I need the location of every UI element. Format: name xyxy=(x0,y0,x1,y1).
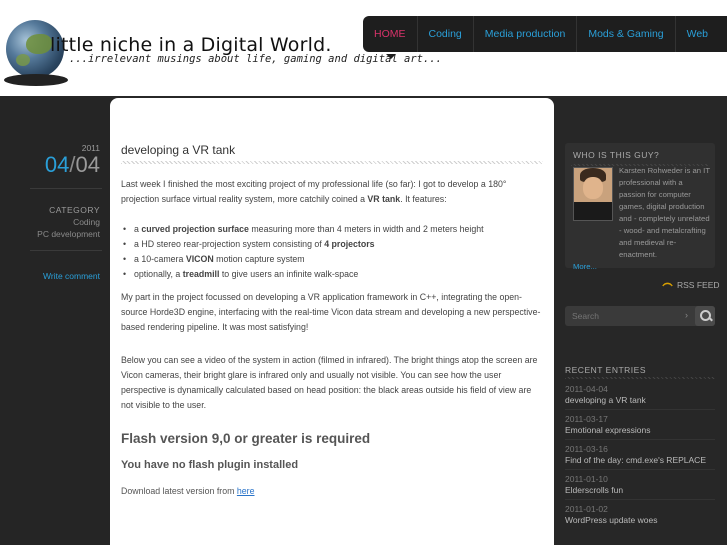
write-comment-link[interactable]: Write comment xyxy=(43,271,100,281)
main-nav: HOME Coding Media production Mods & Gami… xyxy=(363,16,727,52)
category-link-pc-development[interactable]: PC development xyxy=(37,229,100,239)
category-label: CATEGORY xyxy=(49,205,100,215)
intro-text-b: . It features: xyxy=(400,194,447,204)
feature-list: a curved projection surface measuring mo… xyxy=(121,222,545,282)
recent-divider xyxy=(565,377,715,379)
rss-feed-link[interactable]: RSS FEED xyxy=(662,280,720,292)
about-text-body: Karsten Rohweder is an IT professional w… xyxy=(619,166,710,259)
recent-separator xyxy=(565,409,715,410)
site-header: little niche in a Digital World. ...irre… xyxy=(0,0,727,96)
about-text: Karsten Rohweder is an IT professional w… xyxy=(573,165,711,273)
meta-divider xyxy=(30,188,102,189)
list-item-bold: 4 projectors xyxy=(324,239,375,249)
post-paragraph-2: My part in the project focussed on devel… xyxy=(121,292,541,332)
list-item: optionally, a treadmill to give users an… xyxy=(121,267,545,282)
recent-entries-title: RECENT ENTRIES xyxy=(565,365,646,375)
recent-entry-date: 2011-01-02 xyxy=(565,504,608,514)
list-item: a HD stereo rear-projection system consi… xyxy=(121,237,545,252)
list-item-text: motion capture system xyxy=(213,254,305,264)
list-item: a 10-camera VICON motion capture system xyxy=(121,252,545,267)
recent-entry-date: 2011-03-17 xyxy=(565,414,608,424)
search-box xyxy=(565,306,715,326)
post-month: 04 xyxy=(75,152,100,177)
post-title[interactable]: developing a VR tank xyxy=(121,143,235,157)
recent-separator xyxy=(565,469,715,470)
search-arrow-icon: › xyxy=(685,310,688,320)
recent-entry-link[interactable]: Elderscrolls fun xyxy=(565,485,623,495)
nav-item-coding[interactable]: Coding xyxy=(416,16,473,52)
recent-entry-date: 2011-03-16 xyxy=(565,444,608,454)
nav-active-caret-icon xyxy=(386,54,396,59)
list-item-text: optionally, a xyxy=(134,269,183,279)
intro-text-a: Last week I finished the most exciting p… xyxy=(121,179,507,204)
about-widget: WHO IS THIS GUY? Karsten Rohweder is an … xyxy=(565,143,715,271)
category-link-coding[interactable]: Coding xyxy=(73,217,100,227)
nav-item-mods-gaming[interactable]: Mods & Gaming xyxy=(576,16,674,52)
list-item: a curved projection surface measuring mo… xyxy=(121,222,545,237)
download-text: Download latest version from xyxy=(121,486,237,496)
recent-entry-date: 2011-04-04 xyxy=(565,384,608,394)
list-item-text: a 10-camera xyxy=(134,254,186,264)
recent-separator xyxy=(565,439,715,440)
search-button[interactable] xyxy=(695,306,715,326)
about-title: WHO IS THIS GUY? xyxy=(573,150,660,160)
post-day: 04 xyxy=(44,152,70,177)
recent-entry-link[interactable]: Find of the day: cmd.exe's REPLACE xyxy=(565,455,706,465)
post-date: 04/04 xyxy=(45,152,100,178)
meta-divider-2 xyxy=(30,250,102,251)
list-item-bold: curved projection surface xyxy=(141,224,249,234)
recent-entry-link[interactable]: developing a VR tank xyxy=(565,395,646,405)
list-item-text: a HD stereo rear-projection system consi… xyxy=(134,239,325,249)
recent-separator xyxy=(565,499,715,500)
recent-entry-date: 2011-01-10 xyxy=(565,474,608,484)
recent-entry-link[interactable]: WordPress update woes xyxy=(565,515,657,525)
list-item-text: to give users an infinite walk-space xyxy=(219,269,359,279)
nav-item-home[interactable]: HOME xyxy=(363,16,417,52)
search-input[interactable] xyxy=(565,306,687,326)
download-link[interactable]: here xyxy=(237,486,255,496)
intro-bold: VR tank xyxy=(367,194,401,204)
list-item-bold: VICON xyxy=(185,254,214,264)
nav-item-web[interactable]: Web xyxy=(674,16,719,52)
post-paragraph-3: Below you can see a video of the system … xyxy=(121,355,538,410)
globe-base-shadow xyxy=(4,74,68,86)
post-intro: Last week I finished the most exciting p… xyxy=(121,177,545,207)
globe-land-shape-2 xyxy=(16,54,30,66)
nav-item-media-production[interactable]: Media production xyxy=(472,16,577,52)
rss-icon xyxy=(662,280,673,292)
about-more-link[interactable]: More... xyxy=(573,262,597,271)
globe-land-shape xyxy=(26,34,52,54)
recent-entry-link[interactable]: Emotional expressions xyxy=(565,425,651,435)
flash-missing-subheading: You have no flash plugin installed xyxy=(121,459,299,471)
list-item-bold: treadmill xyxy=(182,269,220,279)
flash-required-heading: Flash version 9,0 or greater is required xyxy=(121,431,371,446)
rss-label: RSS FEED xyxy=(677,280,720,290)
post-content: developing a VR tank Last week I finishe… xyxy=(110,98,554,558)
list-item-text: measuring more than 4 meters in width an… xyxy=(248,224,484,234)
search-icon-handle xyxy=(708,316,713,322)
flash-download-line: Download latest version from here xyxy=(121,486,255,496)
title-divider xyxy=(121,161,543,164)
